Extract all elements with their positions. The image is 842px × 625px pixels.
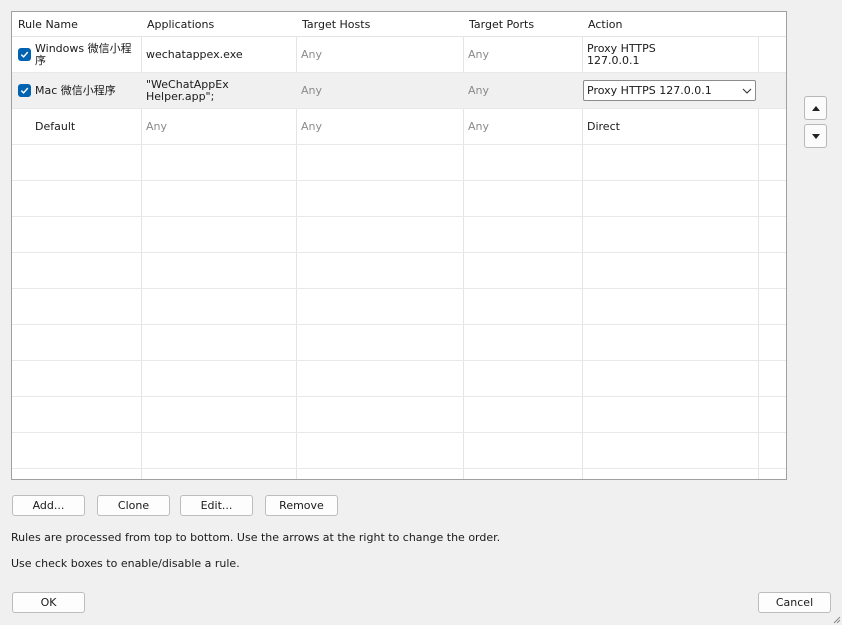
table-row[interactable]: Windows 微信小程序 wechatappex.exe Any Any Pr…	[12, 37, 786, 73]
clone-button[interactable]: Clone	[97, 495, 170, 516]
checkmark-icon	[20, 51, 29, 58]
empty-row	[12, 397, 786, 433]
action-select[interactable]: Proxy HTTPS 127.0.0.1	[583, 80, 756, 101]
hosts-value: Any	[301, 47, 323, 61]
applications-value: "WeChatAppEx Helper.app"; "WeChatAppEx H…	[146, 78, 277, 103]
empty-row	[12, 289, 786, 325]
table-header: Rule Name Applications Target Hosts Targ…	[12, 12, 786, 37]
ports-value: Any	[468, 83, 490, 97]
empty-row	[12, 253, 786, 289]
empty-row	[12, 145, 786, 181]
hosts-value: Any	[301, 119, 323, 133]
arrow-up-icon	[811, 105, 820, 111]
ports-cell: Any	[463, 37, 582, 72]
hosts-cell: Any	[296, 37, 463, 72]
checkbox-hint-text: Use check boxes to enable/disable a rule…	[11, 557, 240, 570]
hosts-cell: Any	[296, 109, 463, 144]
header-applications[interactable]: Applications	[141, 12, 296, 37]
action-select-value: Proxy HTTPS 127.0.0.1	[587, 84, 712, 97]
ok-button[interactable]: OK	[12, 592, 85, 613]
empty-row	[12, 433, 786, 469]
add-button[interactable]: Add...	[12, 495, 85, 516]
move-up-button[interactable]	[804, 96, 827, 120]
ports-cell: Any	[463, 73, 582, 108]
action-value: Proxy HTTPS 127.0.0.1	[587, 41, 656, 67]
ports-value: Any	[468, 47, 490, 61]
resize-grip-icon[interactable]	[831, 614, 841, 624]
edit-button[interactable]: Edit...	[180, 495, 253, 516]
ports-cell: Any	[463, 109, 582, 144]
move-down-button[interactable]	[804, 124, 827, 148]
rule-name-cell: Default	[12, 109, 141, 144]
header-target-hosts[interactable]: Target Hosts	[296, 12, 463, 37]
ports-value: Any	[468, 119, 490, 133]
remove-button[interactable]: Remove	[265, 495, 338, 516]
action-cell: Direct	[582, 109, 758, 144]
applications-cell: Any	[141, 109, 296, 144]
header-target-ports[interactable]: Target Ports	[463, 12, 582, 37]
chevron-down-icon	[739, 88, 755, 94]
action-cell: Proxy HTTPS 127.0.0.1	[582, 37, 758, 72]
applications-cell: "WeChatAppEx Helper.app"; "WeChatAppEx H…	[141, 73, 296, 108]
arrow-down-icon	[811, 133, 820, 139]
empty-row	[12, 325, 786, 361]
cancel-button[interactable]: Cancel	[758, 592, 831, 613]
rule-name: Default	[35, 119, 76, 133]
rule-name-cell: Windows 微信小程序	[12, 37, 141, 72]
order-hint-text: Rules are processed from top to bottom. …	[11, 531, 501, 544]
rule-name-cell: Mac 微信小程序	[12, 73, 141, 108]
empty-row	[12, 217, 786, 253]
proxy-rules-dialog: Rule Name Applications Target Hosts Targ…	[0, 0, 842, 625]
empty-row	[12, 181, 786, 217]
rule-name: Mac 微信小程序	[35, 83, 116, 97]
enabled-checkbox[interactable]	[18, 48, 31, 61]
table-row[interactable]: Default Any Any Any Direct	[12, 109, 786, 145]
checkmark-icon	[20, 87, 29, 94]
rule-name: Windows 微信小程序	[35, 41, 132, 67]
header-action[interactable]: Action	[582, 12, 758, 37]
applications-value: wechatappex.exe	[146, 47, 243, 61]
enabled-checkbox[interactable]	[18, 84, 31, 97]
empty-row	[12, 361, 786, 397]
hosts-cell: Any	[296, 73, 463, 108]
applications-value: Any	[146, 119, 168, 133]
action-value: Direct	[587, 119, 620, 133]
header-rule-name[interactable]: Rule Name	[12, 12, 141, 37]
applications-cell: wechatappex.exe	[141, 37, 296, 72]
hosts-value: Any	[301, 83, 323, 97]
